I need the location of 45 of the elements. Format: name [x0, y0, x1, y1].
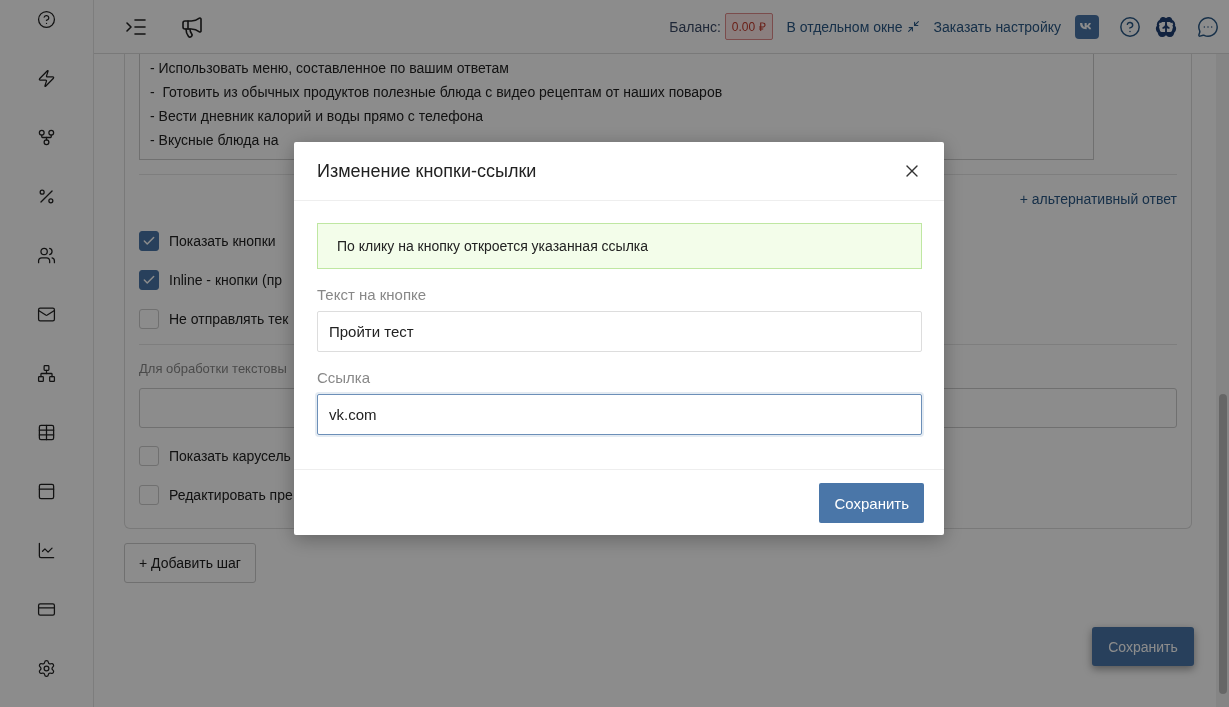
- vk-logo-icon[interactable]: [1075, 14, 1099, 39]
- card-icon[interactable]: [37, 600, 56, 619]
- separate-window-link[interactable]: В отдельном окне: [786, 18, 920, 35]
- input-field[interactable]: Пройти тест: [317, 311, 922, 352]
- field-label: Текст на кнопке: [317, 286, 428, 303]
- checkbox-label: Не отправлять тек: [169, 310, 289, 327]
- lightning-icon[interactable]: [37, 69, 56, 88]
- checkbox-label: Показать карусель: [169, 447, 291, 464]
- text-line: - Готовить из обычных продуктов полезные блюда с видео рецептам от наших поваров: [150, 83, 724, 102]
- modal-title: Изменение кнопки-ссылки: [317, 160, 537, 182]
- mail-icon[interactable]: [37, 305, 56, 324]
- table-icon[interactable]: [37, 423, 56, 442]
- percent-icon[interactable]: [37, 187, 56, 206]
- collapse-arrows-icon: [906, 20, 920, 33]
- checkbox-label: Редактировать пре: [169, 486, 293, 503]
- balance-value: 0.00 ₽: [724, 13, 773, 40]
- users-icon[interactable]: [37, 246, 56, 265]
- balance-label: Баланс:: [669, 18, 721, 35]
- layout-icon[interactable]: [37, 482, 56, 501]
- checkbox-label: Показать кнопки: [169, 232, 276, 249]
- megaphone-icon[interactable]: [180, 14, 204, 39]
- checkbox[interactable]: [139, 269, 159, 290]
- checkbox[interactable]: [139, 230, 159, 251]
- network-icon[interactable]: [37, 364, 56, 383]
- checkbox-label: Inline - кнопки (пр: [169, 271, 282, 288]
- order-setup-link[interactable]: Заказать настройку: [933, 18, 1061, 35]
- alternative-answer-link[interactable]: + альтернативный ответ: [1019, 191, 1177, 207]
- help-icon[interactable]: [1119, 15, 1141, 38]
- field-label: Ссылка: [317, 369, 372, 386]
- save-button[interactable]: Сохранить: [819, 483, 924, 523]
- brain-icon[interactable]: [1155, 15, 1177, 38]
- fork-icon[interactable]: [37, 128, 56, 147]
- input-field[interactable]: vk.com: [317, 394, 922, 435]
- save-button[interactable]: Сохранить: [1092, 627, 1194, 666]
- scrollbar[interactable]: [1216, 54, 1229, 707]
- add-step-button[interactable]: + Добавить шаг: [124, 543, 256, 583]
- text-line: - Вести дневник калорий и воды прямо с телефона: [150, 107, 485, 126]
- text-line: - Вкусные блюда на: [150, 131, 280, 150]
- text-line: - Использовать меню, составленное по вашим ответам: [150, 59, 510, 78]
- chart-icon[interactable]: [37, 541, 56, 560]
- help-icon[interactable]: [37, 10, 56, 29]
- info-alert: По клику на кнопку откроется указанная ссылка: [317, 223, 922, 269]
- field-label: Для обработки текстовы: [139, 361, 288, 376]
- settings-icon[interactable]: [37, 659, 56, 678]
- chat-icon[interactable]: [1197, 15, 1219, 38]
